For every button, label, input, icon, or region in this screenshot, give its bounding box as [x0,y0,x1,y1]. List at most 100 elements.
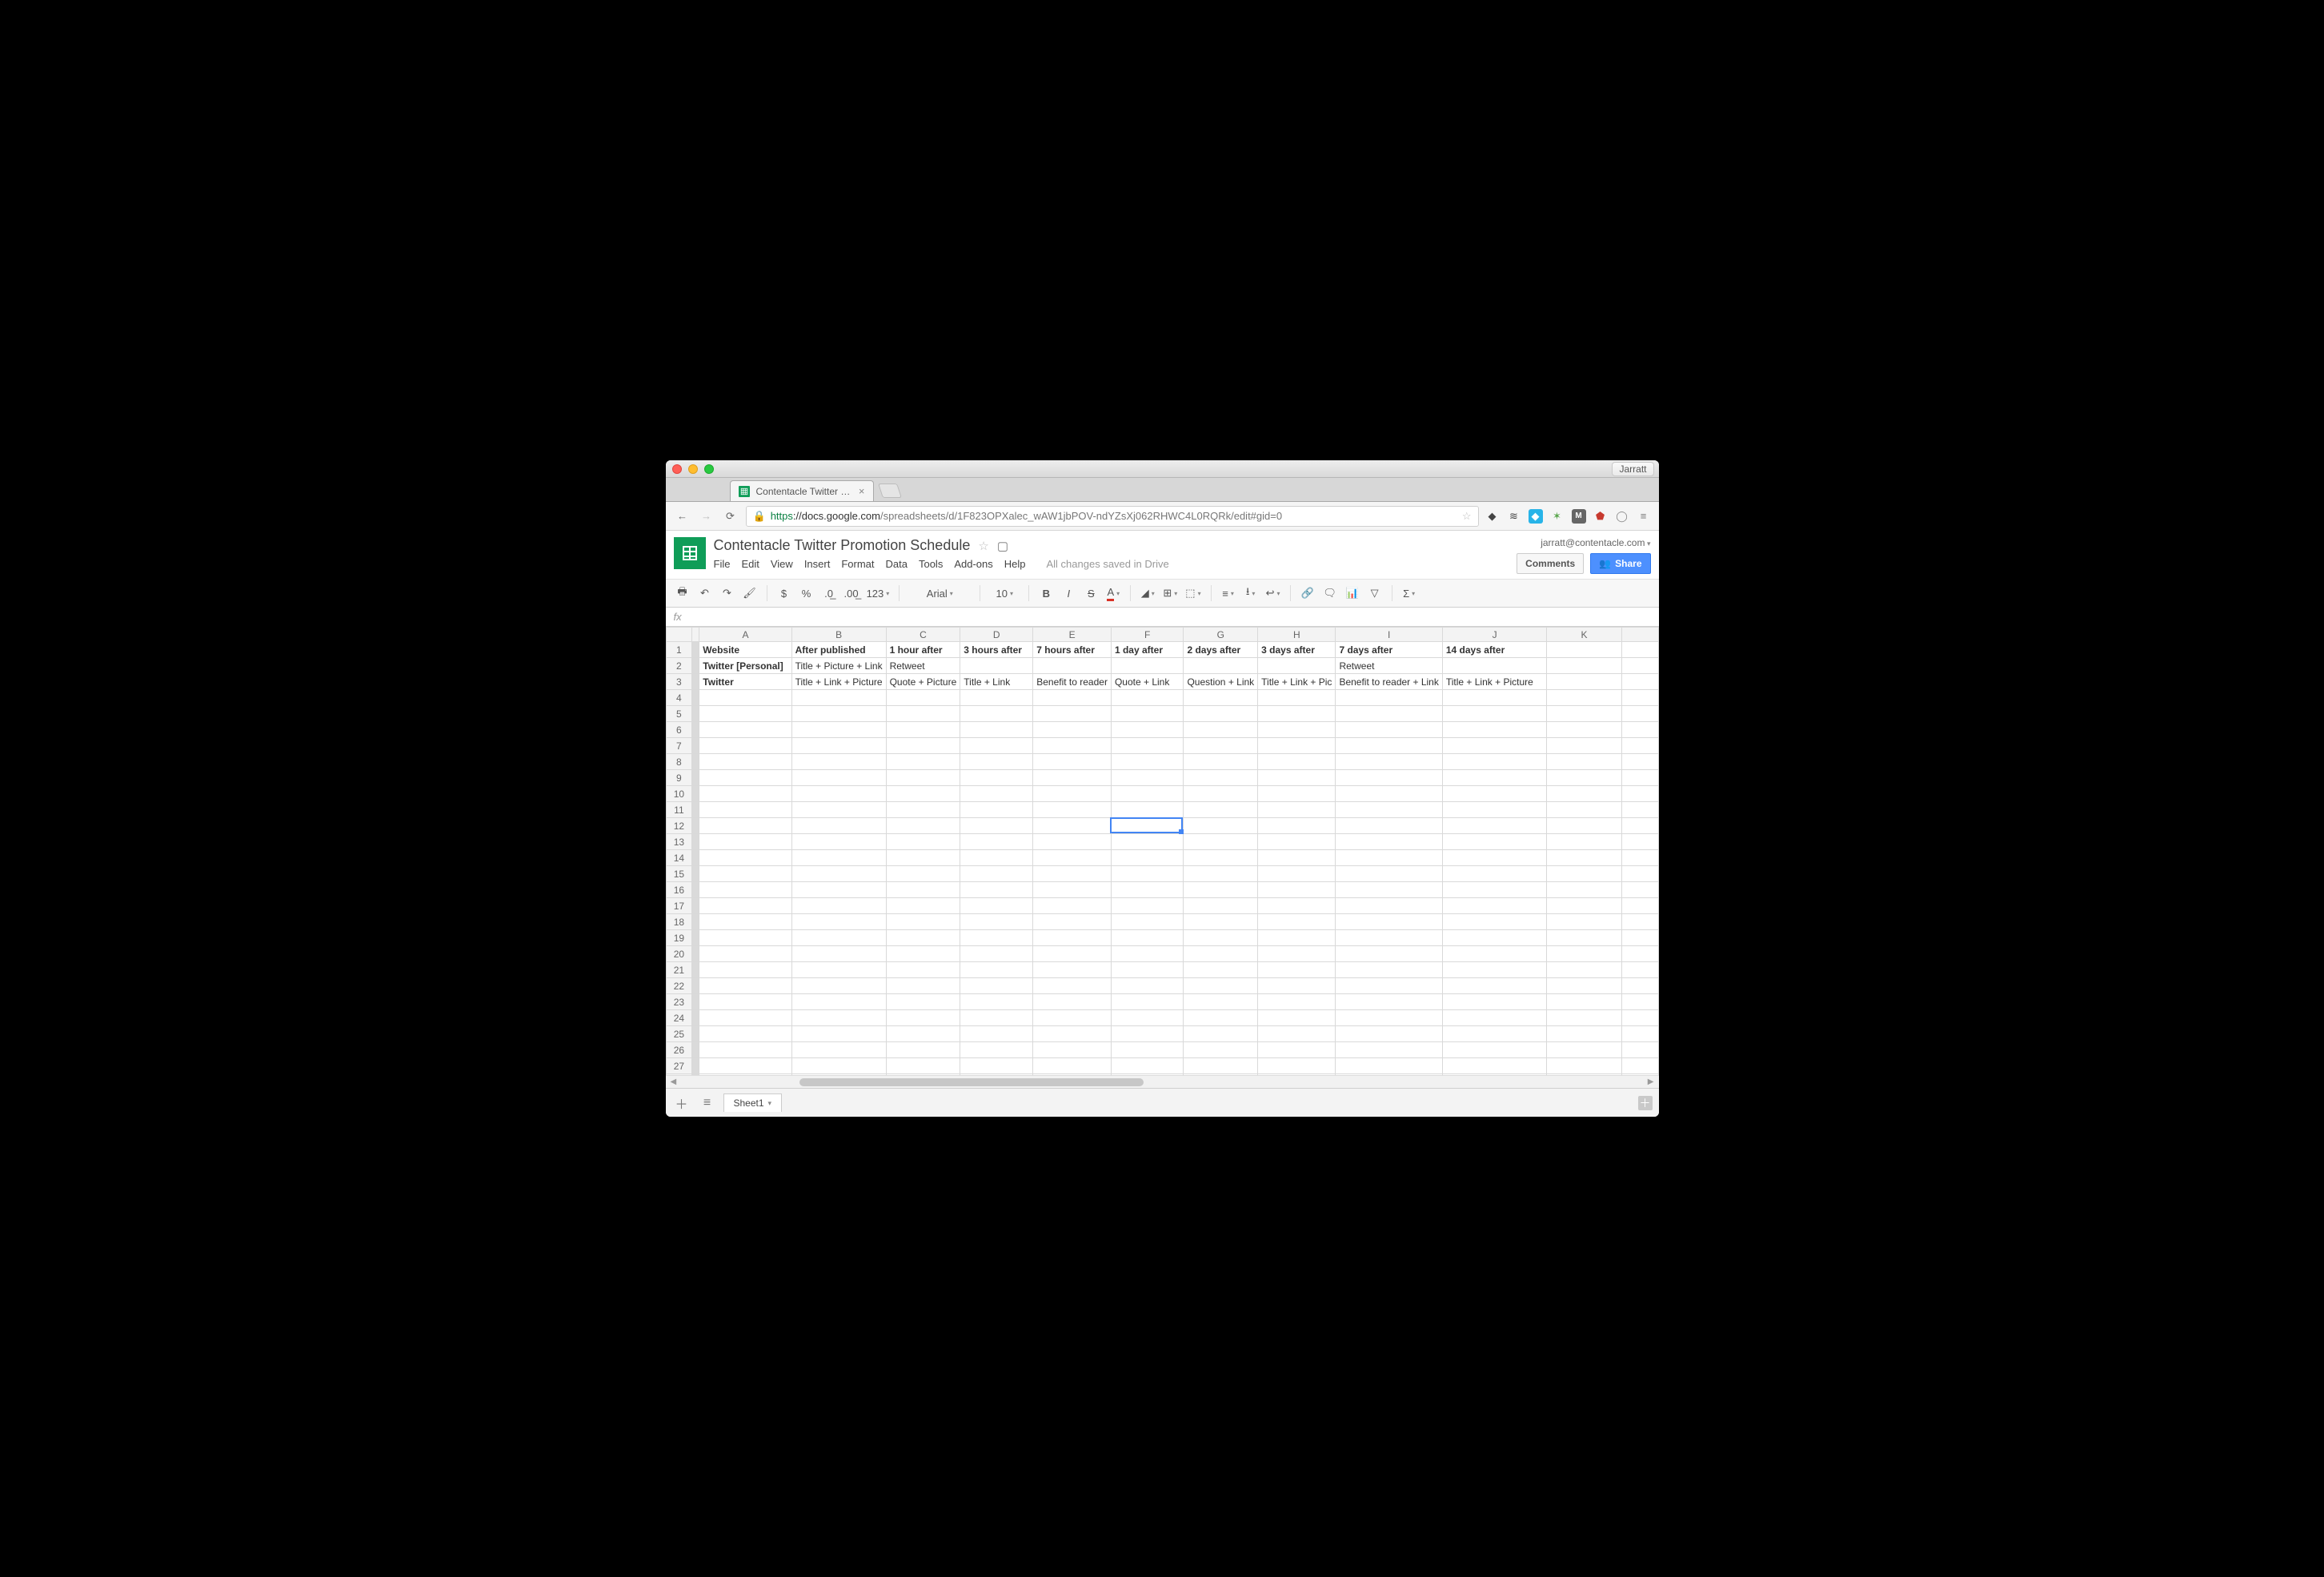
cell[interactable] [699,706,791,722]
cell[interactable] [1547,898,1621,914]
cell[interactable] [699,1010,791,1026]
cell[interactable] [1336,722,1442,738]
cell[interactable] [699,1074,791,1076]
cell[interactable]: Question + Link [1184,674,1258,690]
cell[interactable] [886,994,960,1010]
cell[interactable] [1033,802,1112,818]
cell[interactable] [1442,834,1547,850]
cell[interactable] [1547,642,1621,658]
cell[interactable] [1033,786,1112,802]
cell[interactable] [1547,658,1621,674]
cell[interactable] [1442,978,1547,994]
cell[interactable] [1258,882,1336,898]
insert-comment-icon[interactable]: 🗨 [1321,584,1339,603]
chrome-menu-icon[interactable]: ≡ [1637,509,1651,524]
cell[interactable] [1184,658,1258,674]
row-header[interactable]: 17 [666,898,692,914]
cell[interactable] [1033,722,1112,738]
column-header[interactable]: J [1442,628,1547,642]
cell[interactable] [791,898,886,914]
cell[interactable] [1111,802,1184,818]
cell[interactable] [1336,850,1442,866]
cell[interactable] [1336,802,1442,818]
cell[interactable] [1033,1026,1112,1042]
scrollbar-thumb[interactable] [799,1078,1144,1086]
cell[interactable] [1442,914,1547,930]
cell[interactable] [699,914,791,930]
cell[interactable] [1258,802,1336,818]
column-header[interactable]: F [1111,628,1184,642]
cell[interactable] [1111,914,1184,930]
column-header[interactable]: H [1258,628,1336,642]
cell[interactable] [699,1026,791,1042]
cell[interactable] [1621,1074,1658,1076]
cell[interactable] [699,818,791,834]
cell[interactable] [1111,898,1184,914]
increase-decimal-button[interactable]: .00̲ [843,584,860,603]
cell[interactable] [886,690,960,706]
cell[interactable] [1258,850,1336,866]
cell[interactable] [1033,850,1112,866]
cell[interactable] [1621,1010,1658,1026]
cell[interactable] [1547,1010,1621,1026]
cell[interactable] [1547,706,1621,722]
cell[interactable] [1336,1074,1442,1076]
cell[interactable]: Retweet [1336,658,1442,674]
cell[interactable] [1111,1042,1184,1058]
cell[interactable] [1111,930,1184,946]
cell[interactable] [1033,770,1112,786]
horizontal-scrollbar[interactable]: ◀ ▶ [666,1075,1659,1088]
cell[interactable] [1547,1074,1621,1076]
format-percent-button[interactable]: % [798,584,815,603]
cell[interactable] [791,914,886,930]
cell[interactable] [1621,978,1658,994]
cell[interactable] [699,882,791,898]
cell[interactable] [1258,898,1336,914]
menu-tools[interactable]: Tools [919,558,943,570]
cell[interactable] [1258,930,1336,946]
column-header[interactable]: K [1547,628,1621,642]
spreadsheet-grid[interactable]: ABCDEFGHIJK 1WebsiteAfter published1 hou… [666,627,1659,1075]
cell[interactable] [1336,962,1442,978]
cell[interactable] [1258,1058,1336,1074]
cell[interactable] [1184,1074,1258,1076]
cell[interactable] [1547,1058,1621,1074]
cell[interactable] [886,802,960,818]
cell[interactable] [886,1042,960,1058]
cell[interactable] [886,850,960,866]
cell[interactable] [960,1010,1033,1026]
cell[interactable]: Quote + Picture [886,674,960,690]
row-header[interactable]: 16 [666,882,692,898]
insert-link-icon[interactable]: 🔗 [1299,584,1316,603]
cell[interactable] [1621,642,1658,658]
menu-insert[interactable]: Insert [804,558,831,570]
column-header[interactable]: D [960,628,1033,642]
cell[interactable] [1547,994,1621,1010]
cell[interactable] [1336,866,1442,882]
cell[interactable] [1111,770,1184,786]
cell[interactable] [1547,866,1621,882]
row-header[interactable]: 25 [666,1026,692,1042]
cell[interactable] [1547,690,1621,706]
cell[interactable] [886,962,960,978]
cell[interactable] [1111,690,1184,706]
cell[interactable] [1621,962,1658,978]
cell[interactable] [960,1042,1033,1058]
print-icon[interactable]: 🖶 [674,584,691,603]
cell[interactable] [791,1058,886,1074]
cell[interactable] [699,866,791,882]
cell[interactable] [960,834,1033,850]
cell[interactable] [1258,994,1336,1010]
cell[interactable] [1111,834,1184,850]
column-header[interactable]: A [699,628,791,642]
cell[interactable] [886,946,960,962]
row-header[interactable]: 14 [666,850,692,866]
text-color-button[interactable]: A [1104,584,1122,603]
cell[interactable] [1111,1074,1184,1076]
cell[interactable] [1184,914,1258,930]
cell[interactable] [1621,1042,1658,1058]
cell[interactable] [1621,898,1658,914]
cell[interactable] [1442,802,1547,818]
cell[interactable] [1258,738,1336,754]
cell[interactable] [1442,690,1547,706]
